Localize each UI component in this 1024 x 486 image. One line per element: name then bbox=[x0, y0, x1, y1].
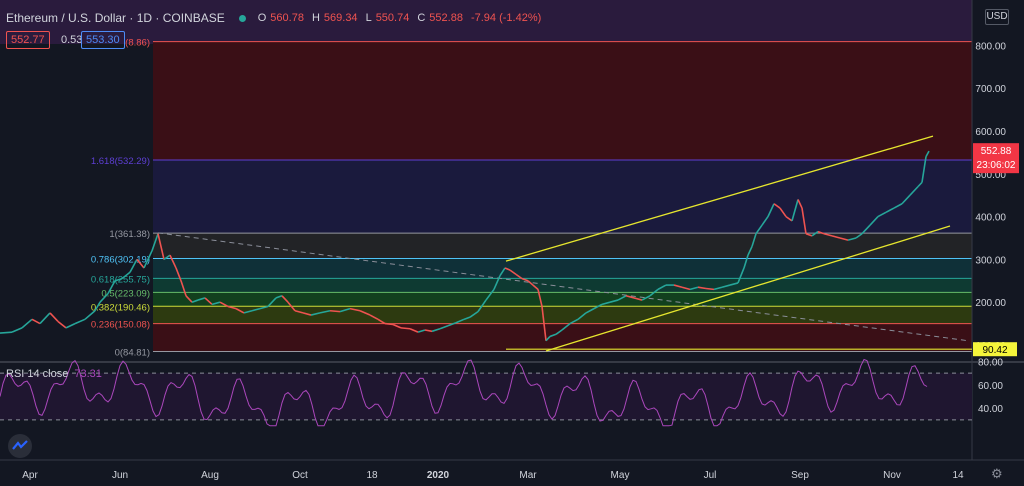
time-tick-label: 18 bbox=[366, 470, 378, 481]
price-segment bbox=[400, 327, 411, 330]
price-segment bbox=[384, 322, 394, 326]
time-tick-label: May bbox=[611, 470, 630, 481]
price-segment bbox=[11, 327, 23, 333]
high-label: H bbox=[311, 12, 320, 24]
rsi-tick-label: 80.00 bbox=[978, 357, 1003, 368]
close-label: C bbox=[417, 12, 426, 24]
low-value: 550.74 bbox=[375, 12, 410, 24]
fib-zone-1 bbox=[153, 159, 972, 234]
time-tick-label: Aug bbox=[201, 470, 219, 481]
fib-label-2: 1(361.38) bbox=[109, 229, 150, 240]
close-value: 552.88 bbox=[429, 12, 463, 24]
fib-zone-0 bbox=[153, 41, 972, 160]
last-price-label: 552.88 bbox=[981, 146, 1012, 157]
price-tick-label: 200.00 bbox=[975, 298, 1006, 309]
time-tick-label: Jun bbox=[112, 470, 128, 481]
price-tick-label: 600.00 bbox=[975, 127, 1006, 138]
symbol-title[interactable]: Ethereum / U.S. Dollar · 1D · COINBASE bbox=[6, 11, 225, 25]
time-tick-label: Jul bbox=[704, 470, 717, 481]
price-tick-label: 700.00 bbox=[975, 84, 1006, 95]
fib-label-1: 1.618(532.29) bbox=[91, 156, 150, 167]
price-segment bbox=[329, 309, 341, 313]
price-tick-label: 400.00 bbox=[975, 213, 1006, 224]
time-tick-label: Sep bbox=[791, 470, 809, 481]
fib-label-8: 0(84.81) bbox=[115, 348, 150, 359]
price-segment bbox=[0, 331, 13, 334]
open-label: O bbox=[257, 12, 267, 24]
price-segment bbox=[49, 312, 59, 323]
fib-zone-3 bbox=[153, 258, 972, 279]
rsi-label: RSI 14 close bbox=[6, 368, 69, 380]
time-tick-label: 2020 bbox=[427, 470, 450, 481]
time-tick-label: Oct bbox=[292, 470, 308, 481]
price-segment bbox=[31, 318, 41, 325]
time-tick-label: Apr bbox=[22, 470, 38, 481]
currency-button[interactable]: USD bbox=[985, 9, 1009, 25]
price-segment bbox=[74, 318, 86, 325]
fib-zone-7 bbox=[153, 323, 972, 352]
price-tick-label: 300.00 bbox=[975, 255, 1006, 266]
fib-zone-5 bbox=[153, 292, 972, 307]
rsi-value: 73.31 bbox=[74, 368, 102, 380]
open-value: 560.78 bbox=[270, 12, 304, 24]
time-tick-label: 14 bbox=[952, 470, 964, 481]
tradingview-logo-icon[interactable] bbox=[8, 434, 32, 458]
price-segment bbox=[21, 318, 33, 329]
change-value: -7.94 (-1.42%) bbox=[470, 12, 542, 24]
rsi-tick-label: 60.00 bbox=[978, 381, 1003, 392]
rsi-band bbox=[0, 373, 972, 420]
gear-icon[interactable]: ⚙ bbox=[991, 466, 1003, 482]
price-tick-label: 800.00 bbox=[975, 41, 1006, 52]
price-segment bbox=[57, 320, 67, 329]
high-value: 569.34 bbox=[323, 12, 358, 24]
market-status-icon bbox=[238, 14, 246, 22]
rsi-legend: RSI 14 close 73.31 bbox=[6, 368, 102, 380]
rsi-marker-label: 90.42 bbox=[982, 345, 1007, 356]
price-segment bbox=[39, 312, 51, 325]
rsi-tick-label: 40.00 bbox=[978, 404, 1003, 415]
ask-price[interactable]: 553.30 bbox=[81, 31, 125, 49]
chart-canvas[interactable]: (8.86)1.618(532.29)1(361.38)0.786(302.19… bbox=[0, 0, 1024, 486]
fib-label-0: (8.86) bbox=[125, 38, 150, 49]
countdown-label: 23:06:02 bbox=[977, 160, 1016, 171]
bid-price[interactable]: 552.77 bbox=[6, 31, 50, 49]
time-tick-label: Mar bbox=[519, 470, 537, 481]
price-segment bbox=[65, 322, 76, 329]
time-tick-label: Nov bbox=[883, 470, 901, 481]
low-label: L bbox=[365, 12, 372, 24]
fib-zone-4 bbox=[153, 278, 972, 293]
fib-label-7: 0.236(150.08) bbox=[91, 320, 150, 331]
fib-zone-2 bbox=[153, 233, 972, 259]
symbol-header: Ethereum / U.S. Dollar · 1D · COINBASE O… bbox=[6, 10, 545, 26]
price-segment bbox=[705, 287, 715, 291]
fib-zone-6 bbox=[153, 306, 972, 324]
